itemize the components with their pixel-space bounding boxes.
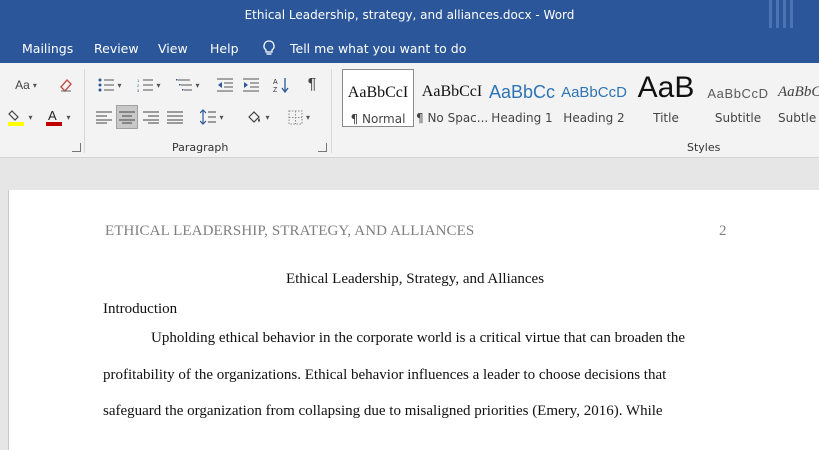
- increase-indent-button[interactable]: [240, 74, 262, 96]
- increase-indent-icon: [243, 78, 259, 92]
- section-heading: Introduction: [103, 301, 178, 317]
- highlight-color-button[interactable]: ▾: [2, 106, 38, 128]
- body-line: safeguard the organization from collapsi…: [103, 403, 663, 419]
- multilevel-list-button[interactable]: ▾: [171, 74, 205, 96]
- ribbon: Aa ▾ ▾ A ▾ ▾ 123 ▾ ▾ AZ ¶ ▾ ▾ ▾ Paragrap…: [0, 63, 819, 158]
- bullets-button[interactable]: ▾: [93, 74, 127, 96]
- tab-view[interactable]: View: [158, 41, 188, 56]
- document-page[interactable]: ETHICAL LEADERSHIP, STRATEGY, AND ALLIAN…: [8, 190, 819, 450]
- shading-button[interactable]: ▾: [241, 106, 275, 128]
- style-name: Subtle E: [778, 111, 819, 125]
- style-name: ¶ No Spac...: [416, 111, 488, 125]
- chevron-down-icon: ▾: [66, 112, 71, 122]
- change-case-button[interactable]: Aa ▾: [8, 74, 44, 96]
- font-color-icon: A: [46, 108, 63, 126]
- chevron-down-icon: ▾: [195, 80, 200, 90]
- running-header: ETHICAL LEADERSHIP, STRATEGY, AND ALLIAN…: [105, 223, 475, 239]
- style-normal[interactable]: AaBbCcI ¶ Normal: [342, 69, 414, 127]
- lightbulb-icon[interactable]: [262, 40, 276, 59]
- clear-formatting-button[interactable]: [55, 74, 77, 96]
- svg-text:A: A: [48, 108, 57, 123]
- tab-mailings[interactable]: Mailings: [22, 41, 73, 56]
- styles-gallery: AaBbCcI ¶ Normal AaBbCcI ¶ No Spac... Aa…: [340, 67, 819, 129]
- document-area: ETHICAL LEADERSHIP, STRATEGY, AND ALLIAN…: [0, 158, 819, 450]
- style-title[interactable]: AaB Title: [630, 69, 702, 127]
- title-bar: Ethical Leadership, strategy, and allian…: [0, 0, 819, 34]
- chevron-down-icon: ▾: [156, 80, 161, 90]
- style-name: Heading 1: [491, 111, 553, 125]
- style-name: ¶ Normal: [350, 112, 406, 126]
- style-no-spacing[interactable]: AaBbCcI ¶ No Spac...: [416, 69, 488, 127]
- line-spacing-icon: [200, 109, 217, 125]
- chevron-down-icon: ▾: [117, 80, 122, 90]
- decrease-indent-icon: [217, 78, 233, 92]
- style-name: Heading 2: [563, 111, 625, 125]
- group-separator: [84, 69, 85, 153]
- chevron-down-icon: ▾: [32, 80, 37, 90]
- highlighter-icon: [8, 110, 25, 126]
- paragraph-group-label: Paragraph: [172, 141, 229, 154]
- style-subtitle[interactable]: AaBbCcD Subtitle: [702, 69, 774, 127]
- body-line: profitability of the organizations. Ethi…: [103, 367, 667, 383]
- justify-button[interactable]: [164, 106, 186, 128]
- pilcrow-icon: ¶: [307, 76, 317, 93]
- align-center-button[interactable]: [116, 105, 138, 129]
- align-right-button[interactable]: [140, 106, 162, 128]
- style-preview: AaBbC: [778, 84, 819, 100]
- chevron-down-icon: ▾: [305, 112, 310, 122]
- window-title: Ethical Leadership, strategy, and allian…: [244, 8, 575, 22]
- style-preview: AaB: [637, 71, 695, 104]
- borders-button[interactable]: ▾: [282, 106, 316, 128]
- multilevel-list-icon: [176, 79, 193, 91]
- decrease-indent-button[interactable]: [214, 74, 236, 96]
- style-name: Title: [653, 111, 679, 125]
- numbering-button[interactable]: 123 ▾: [132, 74, 166, 96]
- chevron-down-icon: ▾: [265, 112, 270, 122]
- font-dialog-launcher[interactable]: [72, 143, 81, 152]
- style-name: Subtitle: [714, 111, 762, 125]
- tab-help[interactable]: Help: [210, 41, 239, 56]
- change-case-label: Aa: [15, 78, 30, 92]
- chevron-down-icon: ▾: [219, 112, 224, 122]
- style-preview: AaBbCcD: [707, 86, 769, 101]
- tab-review[interactable]: Review: [94, 41, 139, 56]
- align-right-icon: [143, 111, 159, 123]
- style-heading-1[interactable]: AaBbCc Heading 1: [486, 69, 558, 127]
- document-title: Ethical Leadership, Strategy, and Allian…: [285, 271, 545, 287]
- align-left-button[interactable]: [93, 106, 115, 128]
- ribbon-tabs: Mailings Review View Help Tell me what y…: [0, 34, 819, 63]
- font-color-button[interactable]: A ▾: [40, 106, 76, 128]
- eraser-icon: [60, 78, 72, 93]
- numbered-list-icon: 123: [137, 78, 154, 92]
- title-bar-pattern: [769, 0, 799, 30]
- style-preview: AaBbCcI: [347, 84, 409, 101]
- align-center-icon: [119, 111, 135, 123]
- justify-icon: [167, 111, 183, 123]
- style-preview: AaBbCcD: [561, 84, 627, 101]
- sort-icon: AZ: [273, 78, 289, 93]
- align-left-icon: [96, 111, 112, 123]
- paint-bucket-icon: [248, 111, 261, 123]
- group-separator: [331, 69, 332, 153]
- style-heading-2[interactable]: AaBbCcD Heading 2: [558, 69, 630, 127]
- svg-text:3: 3: [137, 88, 140, 92]
- page-number: 2: [719, 223, 727, 239]
- svg-text:A: A: [273, 79, 278, 86]
- style-subtle-emphasis[interactable]: AaBbC Subtle E: [774, 69, 819, 127]
- show-formatting-button[interactable]: ¶: [301, 74, 323, 96]
- line-spacing-button[interactable]: ▾: [195, 106, 229, 128]
- style-preview: AaBbCc: [488, 82, 556, 102]
- style-preview: AaBbCcI: [421, 83, 483, 100]
- svg-text:Z: Z: [273, 87, 278, 93]
- borders-icon: [288, 110, 303, 124]
- paragraph-dialog-launcher[interactable]: [318, 143, 327, 152]
- tell-me-search[interactable]: Tell me what you want to do: [290, 41, 466, 56]
- bullet-list-icon: [98, 78, 115, 92]
- styles-group-label: Styles: [687, 141, 721, 154]
- body-line: Upholding ethical behavior in the corpor…: [151, 330, 685, 346]
- sort-button[interactable]: AZ: [270, 74, 292, 96]
- chevron-down-icon: ▾: [28, 112, 33, 122]
